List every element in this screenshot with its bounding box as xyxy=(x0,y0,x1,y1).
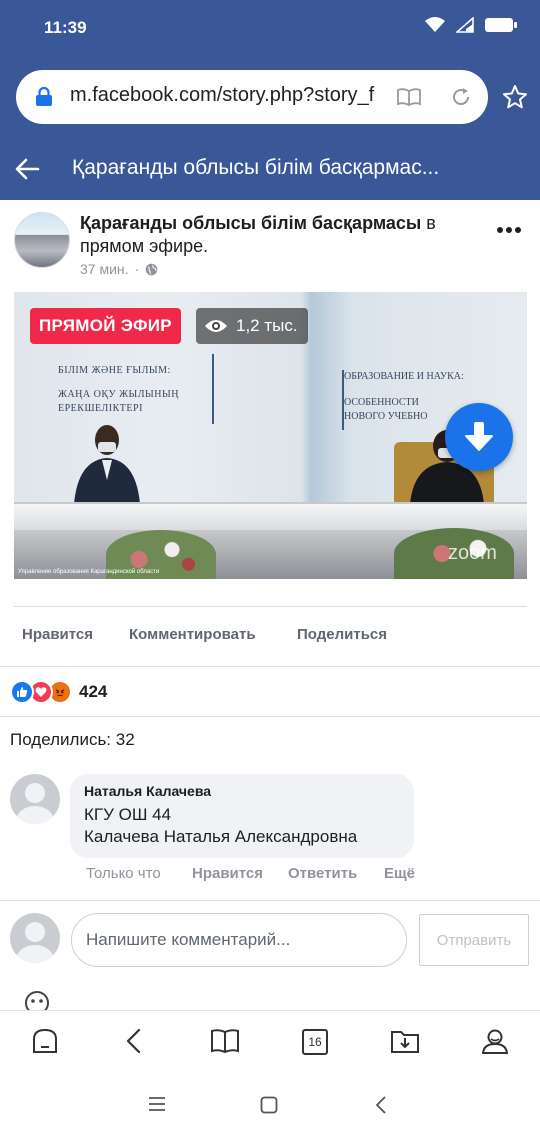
browser-bottom-bar: 16 xyxy=(0,1010,540,1072)
back-arrow-icon[interactable] xyxy=(14,156,40,182)
post-meta: 37 мин. · xyxy=(80,261,158,277)
page-header: Қарағанды облысы білім басқармас... xyxy=(0,138,540,200)
profile-icon[interactable] xyxy=(481,1027,509,1055)
eye-icon xyxy=(205,320,227,332)
angry-face-icon xyxy=(55,689,65,697)
menu-icon[interactable] xyxy=(148,1096,166,1112)
tabs-count: 16 xyxy=(308,1035,322,1049)
comment-more-button[interactable]: Ещё xyxy=(384,865,415,882)
browser-toolbar: m.facebook.com/story.php?story_f xyxy=(0,58,540,138)
wall-text: ЖАҢА ОҚУ ЖЫЛЫНЫҢ xyxy=(58,389,179,400)
video-caption: Управление образования Карагандинской об… xyxy=(18,569,160,575)
wall-text: ОБРАЗОВАНИЕ И НАУКА: xyxy=(344,371,464,382)
reaction-count: 424 xyxy=(79,682,108,701)
downloads-folder-icon[interactable] xyxy=(390,1027,420,1055)
divider xyxy=(0,716,540,717)
like-reaction xyxy=(10,680,34,704)
divider xyxy=(0,900,540,901)
comment-bubble: Наталья Калачева КГУ ОШ 44 Калачева Ната… xyxy=(70,774,414,858)
reader-mode-icon[interactable] xyxy=(396,87,422,107)
live-video-player[interactable]: БІЛІМ ЖӘНЕ ҒЫЛЫМ: ЖАҢА ОҚУ ЖЫЛЫНЫҢ ЕРЕКШ… xyxy=(14,292,527,579)
shares-count[interactable]: Поделились: 32 xyxy=(10,730,135,750)
emoji-icon[interactable] xyxy=(24,990,50,1010)
commenter-avatar[interactable] xyxy=(10,774,60,824)
home-icon[interactable] xyxy=(31,1027,59,1055)
address-bar[interactable]: m.facebook.com/story.php?story_f xyxy=(16,70,488,124)
comment-button[interactable]: Комментировать xyxy=(129,626,256,643)
speaker-figure xyxy=(74,425,140,504)
download-button[interactable] xyxy=(445,403,513,471)
star-icon[interactable] xyxy=(502,84,528,110)
comment-time: Только что xyxy=(86,865,161,882)
page-title: Қарағанды облысы білім басқармас... xyxy=(72,156,440,179)
user-avatar xyxy=(10,913,60,963)
live-badge: ПРЯМОЙ ЭФИР xyxy=(30,308,181,344)
back-triangle-icon[interactable] xyxy=(374,1096,388,1114)
comment-reply-button[interactable]: Ответить xyxy=(288,865,357,882)
reload-icon[interactable] xyxy=(450,86,472,108)
divider xyxy=(14,606,527,607)
viewer-count-badge: 1,2 тыс. xyxy=(196,308,308,344)
meta-dot: · xyxy=(134,261,140,277)
download-icon xyxy=(465,422,493,451)
url-text[interactable]: m.facebook.com/story.php?story_f xyxy=(70,84,382,107)
post-title: Қарағанды облысы білім басқармасы в прям… xyxy=(80,212,480,258)
post-actions: Нравится Комментировать Поделиться xyxy=(0,626,540,648)
heart-icon xyxy=(35,687,47,697)
reactions-summary[interactable]: 424 xyxy=(10,680,107,704)
wifi-icon xyxy=(425,17,445,32)
book-icon[interactable] xyxy=(210,1027,240,1055)
post-time[interactable]: 37 мин. xyxy=(80,261,129,277)
comment-line: КГУ ОШ 44 xyxy=(84,805,172,824)
wall-text: БІЛІМ ЖӘНЕ ҒЫЛЫМ: xyxy=(58,365,171,376)
chevron-left-icon[interactable] xyxy=(122,1027,146,1055)
signal-icon xyxy=(456,17,474,33)
zoom-watermark: zoom xyxy=(448,542,497,564)
system-nav-bar xyxy=(0,1072,540,1140)
status-time: 11:39 xyxy=(44,18,87,37)
comment-author[interactable]: Наталья Калачева xyxy=(84,783,400,799)
more-dots-icon[interactable] xyxy=(496,220,522,240)
status-bar: 11:39 xyxy=(0,0,540,58)
send-button[interactable]: Отправить xyxy=(419,914,529,966)
comment-line: Калачева Наталья Александровна xyxy=(84,827,358,846)
share-button[interactable]: Поделиться xyxy=(297,626,387,643)
square-icon[interactable] xyxy=(260,1096,278,1114)
lock-icon xyxy=(36,87,52,106)
page-avatar[interactable] xyxy=(14,212,70,268)
post-author-link[interactable]: Қарағанды облысы білім басқармасы xyxy=(80,213,421,233)
tabs-button[interactable]: 16 xyxy=(302,1029,328,1055)
wall-text: ЕРЕКШЕЛІКТЕРІ xyxy=(58,403,143,414)
viewer-count: 1,2 тыс. xyxy=(236,316,298,335)
comment-like-button[interactable]: Нравится xyxy=(192,865,263,882)
comment-text: КГУ ОШ 44 Калачева Наталья Александровна xyxy=(84,804,400,848)
globe-icon xyxy=(145,263,158,275)
like-button[interactable]: Нравится xyxy=(22,626,93,643)
battery-icon xyxy=(485,18,517,32)
thumbs-up-icon xyxy=(17,687,28,697)
comment-input[interactable] xyxy=(71,913,407,967)
divider xyxy=(0,666,540,667)
